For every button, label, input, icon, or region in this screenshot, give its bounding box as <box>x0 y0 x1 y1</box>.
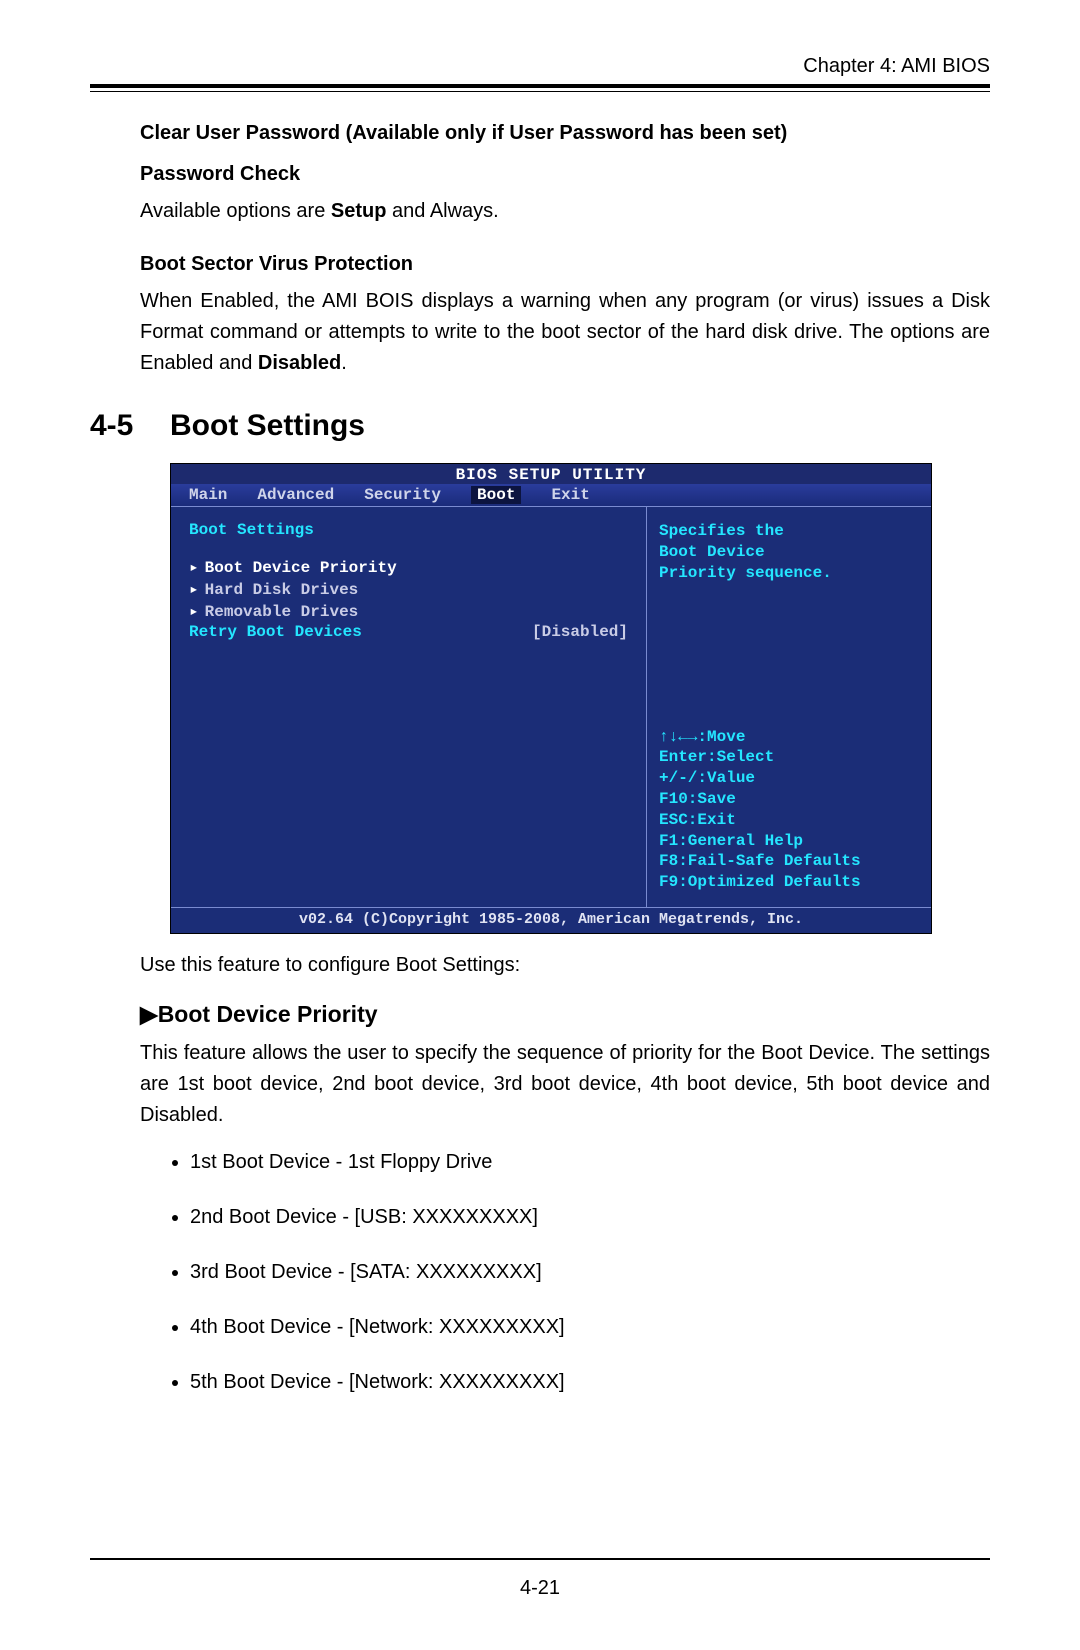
text: . <box>341 352 347 374</box>
bios-item-value: [Disabled] <box>532 623 628 651</box>
key-hint: F9:Optimized Defaults <box>659 872 919 893</box>
boot-device-priority-body: This feature allows the user to specify … <box>140 1038 990 1131</box>
section-title: Boot Settings <box>170 409 365 442</box>
section-number: 4-5 <box>90 409 170 443</box>
triangle-icon: ▸ <box>189 581 199 599</box>
bios-help-text: Specifies the Boot Device Priority seque… <box>659 521 919 583</box>
header-rule <box>90 84 990 92</box>
text-bold: Setup <box>331 200 387 222</box>
boot-device-list: 1st Boot Device - 1st Floppy Drive 2nd B… <box>160 1151 990 1394</box>
bios-screenshot: BIOS SETUP UTILITY Main Advanced Securit… <box>170 463 932 934</box>
list-item: 5th Boot Device - [Network: XXXXXXXXX] <box>190 1371 990 1394</box>
bios-item-label: Boot Device Priority <box>205 559 397 577</box>
triangle-icon: ▸ <box>189 603 199 621</box>
text-bold: Disabled <box>258 352 341 374</box>
section-heading: 4-5Boot Settings <box>90 409 990 443</box>
bios-item: Retry Boot Devices [Disabled] <box>189 623 628 651</box>
password-check-body: Available options are Setup and Always. <box>140 196 990 227</box>
key-hint: F10:Save <box>659 789 919 810</box>
list-item: 3rd Boot Device - [SATA: XXXXXXXXX] <box>190 1261 990 1284</box>
help-line: Priority sequence. <box>659 563 919 584</box>
key-hint: ↑↓←→:Move <box>659 727 919 748</box>
chapter-header: Chapter 4: AMI BIOS <box>90 55 990 78</box>
key-hint: ESC:Exit <box>659 810 919 831</box>
text: and Always. <box>386 200 498 222</box>
after-bios-text: Use this feature to configure Boot Setti… <box>140 954 990 977</box>
bios-item-label: Hard Disk Drives <box>205 581 359 599</box>
bios-item: ▸ Removable Drives <box>189 601 628 621</box>
bios-menu-item: Advanced <box>257 486 334 504</box>
bios-item: ▸ Hard Disk Drives <box>189 579 628 599</box>
clear-user-password-heading: Clear User Password (Available only if U… <box>140 122 990 145</box>
bios-item-label: Retry Boot Devices <box>189 623 532 641</box>
bios-item-label: Removable Drives <box>205 603 359 621</box>
key-hint: F1:General Help <box>659 831 919 852</box>
bios-menu-item: Main <box>189 486 227 504</box>
text: Available options are <box>140 200 331 222</box>
help-line: Boot Device <box>659 542 919 563</box>
triangle-icon: ▸ <box>189 559 199 577</box>
boot-device-priority-heading: ▶Boot Device Priority <box>140 1001 990 1028</box>
bios-menu-item-active: Boot <box>471 486 521 504</box>
password-check-heading: Password Check <box>140 163 990 186</box>
bios-left-pane: Boot Settings ▸ Boot Device Priority ▸ Har… <box>171 507 647 907</box>
bios-footer: v02.64 (C)Copyright 1985-2008, American … <box>171 907 931 933</box>
help-line: Specifies the <box>659 521 919 542</box>
list-item: 4th Boot Device - [Network: XXXXXXXXX] <box>190 1316 990 1339</box>
key-hint: +/-/:Value <box>659 768 919 789</box>
bios-menu: Main Advanced Security Boot Exit <box>171 484 931 507</box>
list-item: 2nd Boot Device - [USB: XXXXXXXXX] <box>190 1206 990 1229</box>
page-number: 4-21 <box>0 1577 1080 1600</box>
footer-rule <box>90 1558 990 1560</box>
bios-help-pane: Specifies the Boot Device Priority seque… <box>647 507 931 907</box>
bios-menu-item: Security <box>364 486 441 504</box>
boot-sector-virus-body: When Enabled, the AMI BOIS displays a wa… <box>140 286 990 379</box>
list-item: 1st Boot Device - 1st Floppy Drive <box>190 1151 990 1174</box>
key-hint: F8:Fail-Safe Defaults <box>659 851 919 872</box>
boot-sector-virus-heading: Boot Sector Virus Protection <box>140 253 990 276</box>
bios-menu-item: Exit <box>551 486 589 504</box>
bios-title: BIOS SETUP UTILITY <box>171 464 931 484</box>
bios-item-selected: ▸ Boot Device Priority <box>189 557 628 577</box>
key-hint: Enter:Select <box>659 747 919 768</box>
bios-subheader: Boot Settings <box>189 521 628 539</box>
bios-key-hints: ↑↓←→:Move Enter:Select +/-/:Value F10:Sa… <box>659 727 919 893</box>
